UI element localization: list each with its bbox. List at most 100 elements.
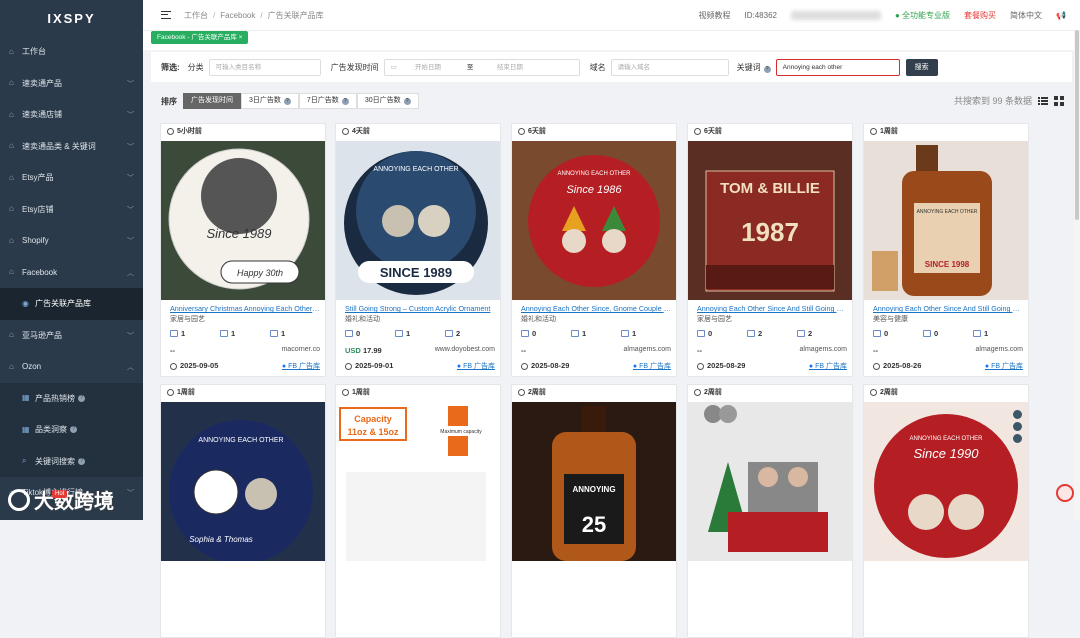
video-tutorial-link[interactable]: 视频教程 [699, 10, 731, 21]
fb-ad-library-link[interactable]: ● FB 广告库 [809, 361, 847, 371]
product-image-wrap[interactable]: ANNOYING EACH OTHERSophia & Thomas [161, 402, 325, 561]
sidebar-item[interactable]: ⌂速卖通品类 & 关键词﹀ [0, 131, 143, 163]
sidebar-item[interactable]: ⌂速卖通产品﹀ [0, 68, 143, 100]
help-icon[interactable]: ? [78, 395, 85, 402]
domain-input[interactable]: 请输入域名 [611, 59, 729, 76]
search-button[interactable]: 搜索 [906, 59, 938, 76]
product-image-wrap[interactable]: ANNOYING EACH OTHERSINCE 1998 [864, 141, 1028, 300]
time-ago-text: 6天前 [704, 128, 722, 135]
notification-icon[interactable]: 📢 [1056, 11, 1066, 20]
site-domain[interactable]: almagems.com [976, 346, 1023, 353]
scrollbar[interactable] [1074, 30, 1080, 520]
product-image-wrap[interactable]: ANNOYING EACH OTHERSince 1990 [864, 402, 1028, 561]
sidebar-item[interactable]: ⌂Etsy产品﹀ [0, 162, 143, 194]
help-icon[interactable]: ? [764, 66, 771, 73]
dot[interactable] [1013, 434, 1022, 443]
time-ago: 6天前 [688, 124, 852, 140]
fb-ad-library-link[interactable]: ● FB 广告库 [282, 361, 320, 371]
date-range-picker[interactable]: ▭ 开始日期 至 结束日期 [384, 59, 580, 76]
site-domain[interactable]: www.doyobest.com [435, 346, 495, 353]
sort-7day[interactable]: 7日广告数? [299, 93, 357, 109]
end-date-input[interactable]: 结束日期 [497, 60, 523, 75]
dot[interactable] [1013, 422, 1022, 431]
language-select[interactable]: 简体中文 [1010, 10, 1042, 21]
product-title-link[interactable]: Annoying Each Other Since, Gnome Couple … [521, 304, 671, 313]
help-icon: ? [404, 98, 411, 105]
plan-badge[interactable]: ● 全功能专业版 [895, 10, 950, 21]
product-image-wrap[interactable]: Since 1986ANNOYING EACH OTHER [512, 141, 676, 300]
help-icon[interactable]: ? [78, 458, 85, 465]
menu-toggle-icon[interactable] [161, 11, 171, 19]
list-view-icon[interactable] [1038, 96, 1048, 106]
home-icon: ⌂ [9, 48, 17, 56]
site-domain[interactable]: macorner.co [281, 346, 320, 353]
brand-logo[interactable]: IXSPY [0, 0, 143, 36]
product-card[interactable]: 4天前SINCE 1989ANNOYING EACH OTHER Still Go… [335, 123, 501, 377]
product-title-link[interactable]: Annoying Each Other Since And Still Goin… [697, 304, 847, 313]
help-icon[interactable]: ? [70, 426, 77, 433]
sidebar-item[interactable]: ⌂亚马逊产品﹀ [0, 320, 143, 352]
dot[interactable] [1013, 410, 1022, 419]
time-ago: 4天前 [336, 124, 500, 140]
sidebar-item[interactable]: ▦品类洞察? [0, 414, 143, 446]
sidebar-item[interactable]: ⌂工作台 [0, 36, 143, 68]
start-date-input[interactable]: 开始日期 [415, 60, 467, 75]
product-image-wrap[interactable] [688, 402, 852, 561]
product-image-wrap[interactable]: TOM & BILLIE1987 [688, 141, 852, 300]
product-image-wrap[interactable]: Since 1989Happy 30th [161, 141, 325, 300]
product-title-link[interactable]: Annoying Each Other Since And Still Goin… [873, 304, 1023, 313]
breadcrumb-item[interactable]: 工作台 [184, 11, 208, 20]
active-tab-tag[interactable]: Facebook - 广告关联产品库 × [151, 31, 248, 44]
found-date: 2025-09-05 [180, 361, 218, 370]
site-domain[interactable]: almagems.com [800, 346, 847, 353]
customer-support-icon[interactable] [1056, 484, 1074, 502]
user-email-redacted [791, 11, 881, 20]
fb-ad-library-link[interactable]: ● FB 广告库 [985, 361, 1023, 371]
product-card[interactable]: 1周前ANNOYING EACH OTHERSophia & Thomas [160, 384, 326, 638]
sidebar-item[interactable]: ⌂速卖通店铺﹀ [0, 99, 143, 131]
ad-stat: 2 [797, 329, 847, 338]
category-select[interactable]: 可输入类目名称 [209, 59, 321, 76]
search-icon: ⌕ [22, 457, 30, 465]
sort-3day[interactable]: 3日广告数? [241, 93, 299, 109]
scrollbar-thumb[interactable] [1075, 30, 1079, 220]
date-row: 2025-09-05 ● FB 广告库 [170, 361, 320, 370]
sort-30day[interactable]: 30日广告数? [357, 93, 419, 109]
domain-label: 域名 [590, 62, 606, 73]
sidebar-item[interactable]: ◉广告关联产品库 [0, 288, 143, 320]
product-card[interactable]: 6天前 TOM & BILLIE1987 Annoying Each Other S… [687, 123, 853, 377]
product-card[interactable]: 1周前Capacity11oz & 15ozMaximum capacity [335, 384, 501, 638]
product-card[interactable]: 2周前ANNOYING EACH OTHERSince 1990 [863, 384, 1029, 638]
product-card[interactable]: 2周前ANNOYING25 [511, 384, 677, 638]
sidebar-item[interactable]: ⌂Facebook︿ [0, 257, 143, 289]
keyword-input[interactable]: Annoying each other [776, 59, 900, 76]
fb-ad-library-link[interactable]: ● FB 广告库 [633, 361, 671, 371]
sidebar-item[interactable]: ▦产品热销榜? [0, 383, 143, 415]
tab-bar: Facebook - 广告关联产品库 × [143, 30, 1080, 50]
product-category: 家居与园艺 [170, 314, 205, 324]
product-title-link[interactable]: Still Going Strong – Custom Acrylic Orna… [345, 304, 495, 313]
ad-stat-value: 1 [181, 329, 185, 338]
product-card[interactable]: 5小时前Since 1989Happy 30thAnniversary Chri… [160, 123, 326, 377]
sort-ad-time[interactable]: 广告发现时间 [183, 93, 241, 109]
buy-plan-link[interactable]: 套餐购买 [964, 10, 996, 21]
product-image-wrap[interactable]: SINCE 1989ANNOYING EACH OTHER [336, 141, 500, 300]
site-domain[interactable]: almagems.com [624, 346, 671, 353]
product-image-wrap[interactable]: Capacity11oz & 15ozMaximum capacity [336, 402, 500, 561]
calendar-icon: ▭ [391, 60, 397, 75]
sidebar-item[interactable]: ⌂Etsy店铺﹀ [0, 194, 143, 226]
svg-text:ANNOYING EACH OTHER: ANNOYING EACH OTHER [198, 437, 283, 444]
product-card[interactable]: 6天前Since 1986ANNOYING EACH OTHERAnnoying… [511, 123, 677, 377]
sidebar-item[interactable]: ⌕关键词搜索? [0, 446, 143, 478]
grid-view-icon[interactable] [1054, 96, 1064, 106]
product-card[interactable]: 1周前ANNOYING EACH OTHERSINCE 1998Annoying… [863, 123, 1029, 377]
breadcrumb-item[interactable]: Facebook [220, 11, 255, 20]
clock-icon [342, 389, 349, 396]
fb-ad-library-link[interactable]: ● FB 广告库 [457, 361, 495, 371]
product-card[interactable]: 2周前 [687, 384, 853, 638]
fb-link-text: FB 广告库 [991, 363, 1023, 370]
sidebar-item[interactable]: ⌂Shopify﹀ [0, 225, 143, 257]
sidebar-item[interactable]: ⌂Ozon︿ [0, 351, 143, 383]
product-image-wrap[interactable]: ANNOYING25 [512, 402, 676, 561]
product-title-link[interactable]: Anniversary Christmas Annoying Each Othe… [170, 304, 320, 313]
